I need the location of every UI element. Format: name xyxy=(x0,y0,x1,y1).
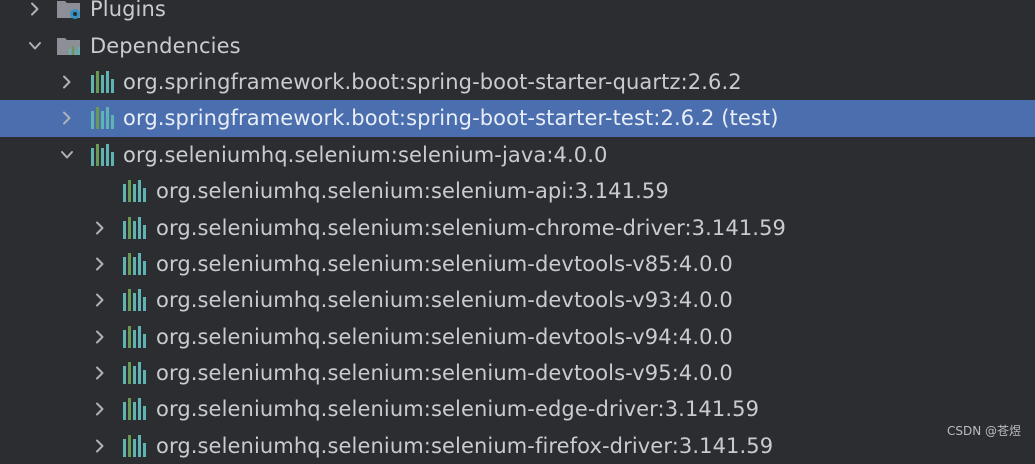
tree-row-label: org.seleniumhq.selenium:selenium-java:4.… xyxy=(123,142,608,167)
library-icon xyxy=(89,106,115,130)
tree-row-label: org.seleniumhq.selenium:selenium-devtool… xyxy=(156,361,733,386)
chevron-right-icon[interactable] xyxy=(87,360,113,386)
library-icon xyxy=(121,252,147,276)
tree-row-label: org.seleniumhq.selenium:selenium-devtool… xyxy=(156,288,733,313)
tree-row[interactable]: org.seleniumhq.selenium:selenium-devtool… xyxy=(0,246,1035,282)
library-icon xyxy=(121,216,147,240)
chevron-down-icon[interactable] xyxy=(54,142,80,168)
chevron-right-icon[interactable] xyxy=(87,215,113,241)
chevron-right-icon[interactable] xyxy=(87,324,113,350)
library-icon xyxy=(121,288,147,312)
library-icon xyxy=(121,434,147,458)
plugins-folder-icon xyxy=(56,0,82,21)
watermark: CSDN @苍煜 xyxy=(946,424,1021,438)
tree-row-label: org.seleniumhq.selenium:selenium-devtool… xyxy=(156,324,733,349)
dependencies-folder-icon xyxy=(56,34,82,58)
chevron-right-icon[interactable] xyxy=(22,0,48,22)
tree-row[interactable]: org.seleniumhq.selenium:selenium-firefox… xyxy=(0,428,1035,464)
tree-row[interactable]: org.seleniumhq.selenium:selenium-devtool… xyxy=(0,355,1035,391)
tree-row[interactable]: org.springframework.boot:spring-boot-sta… xyxy=(0,64,1035,100)
tree-row-label: org.seleniumhq.selenium:selenium-firefox… xyxy=(156,433,774,458)
tree-row-label: org.seleniumhq.selenium:selenium-devtool… xyxy=(156,251,733,276)
tree-row[interactable]: org.seleniumhq.selenium:selenium-chrome-… xyxy=(0,209,1035,245)
library-icon xyxy=(121,361,147,385)
library-icon xyxy=(121,325,147,349)
tree-row-label: org.seleniumhq.selenium:selenium-chrome-… xyxy=(156,215,786,240)
chevron-right-icon[interactable] xyxy=(87,396,113,422)
tree-row[interactable]: org.seleniumhq.selenium:selenium-java:4.… xyxy=(0,137,1035,173)
chevron-right-icon[interactable] xyxy=(87,287,113,313)
library-icon xyxy=(89,70,115,94)
tree-row[interactable]: org.seleniumhq.selenium:selenium-devtool… xyxy=(0,319,1035,355)
tree-row[interactable]: Plugins xyxy=(0,0,1035,27)
tree-row[interactable]: org.seleniumhq.selenium:selenium-api:3.1… xyxy=(0,173,1035,209)
chevron-right-icon[interactable] xyxy=(54,69,80,95)
library-icon xyxy=(121,397,147,421)
tree-row-label: Dependencies xyxy=(90,33,241,58)
tree-row[interactable]: org.seleniumhq.selenium:selenium-edge-dr… xyxy=(0,391,1035,427)
tree-row-label: org.springframework.boot:spring-boot-sta… xyxy=(123,69,742,94)
tree-row[interactable]: Dependencies xyxy=(0,27,1035,63)
tree-row-label: org.springframework.boot:spring-boot-sta… xyxy=(123,106,779,131)
tree-row-selected[interactable]: org.springframework.boot:spring-boot-sta… xyxy=(0,100,1035,137)
chevron-right-icon[interactable] xyxy=(87,251,113,277)
chevron-right-icon[interactable] xyxy=(54,105,80,131)
library-icon xyxy=(121,179,147,203)
tree-row-label: org.seleniumhq.selenium:selenium-edge-dr… xyxy=(156,397,760,422)
maven-dependency-tree: Plugins Dependencies org.springframework.b… xyxy=(0,0,1035,464)
chevron-right-icon[interactable] xyxy=(87,433,113,459)
library-icon xyxy=(89,143,115,167)
chevron-down-icon[interactable] xyxy=(22,33,48,59)
tree-row[interactable]: org.seleniumhq.selenium:selenium-devtool… xyxy=(0,282,1035,318)
tree-row-label: org.seleniumhq.selenium:selenium-api:3.1… xyxy=(156,179,669,204)
tree-row-label: Plugins xyxy=(90,0,166,22)
